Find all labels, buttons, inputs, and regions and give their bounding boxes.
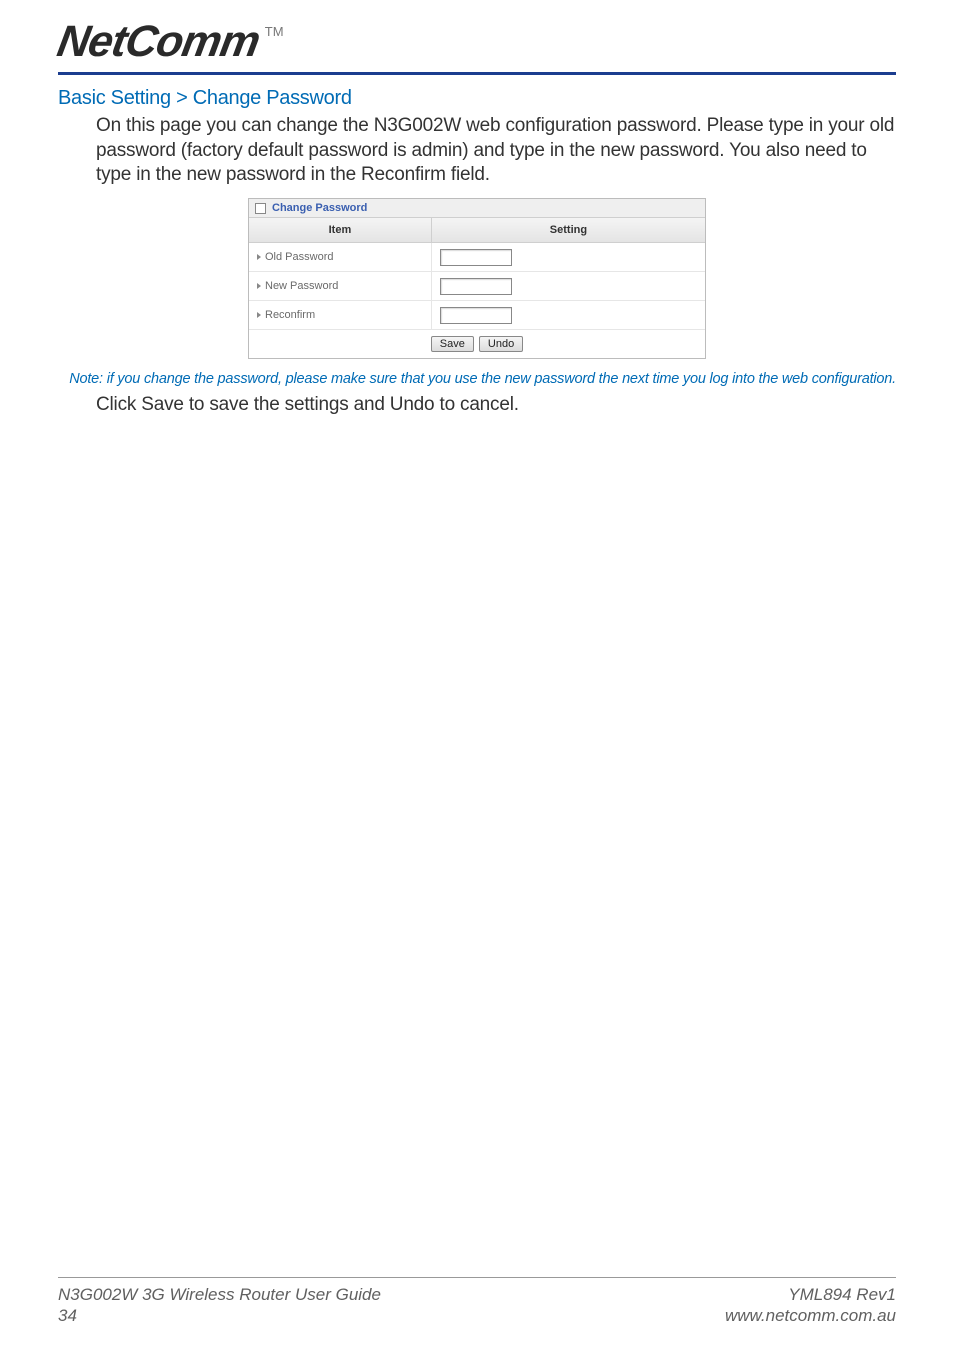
note-text: Note: if you change the password, please… <box>58 371 896 387</box>
trademark-symbol: TM <box>265 24 284 39</box>
header-divider <box>58 72 896 75</box>
logo-text: NetComm <box>54 20 263 64</box>
row-old-password: Old Password <box>249 243 705 272</box>
footer-page-number: 34 <box>58 1305 381 1326</box>
section-heading: Basic Setting > Change Password <box>58 87 896 110</box>
config-screenshot: Change Password Item Setting Old Passwor… <box>58 198 896 359</box>
label-reconfirm: Reconfirm <box>265 309 315 321</box>
brand-logo: NetComm TM <box>58 20 896 64</box>
row-reconfirm: Reconfirm <box>249 301 705 330</box>
panel-header: Change Password <box>249 199 705 218</box>
panel-icon <box>255 203 266 214</box>
footer-guide-title: N3G002W 3G Wireless Router User Guide <box>58 1284 381 1305</box>
column-header-item: Item <box>249 218 431 243</box>
intro-paragraph: On this page you can change the N3G002W … <box>96 114 896 188</box>
undo-button[interactable]: Undo <box>479 336 523 352</box>
column-header-setting: Setting <box>431 218 705 243</box>
footer-revision: YML894 Rev1 <box>725 1284 896 1305</box>
row-new-password: New Password <box>249 272 705 301</box>
footer-url: www.netcomm.com.au <box>725 1305 896 1326</box>
save-button[interactable]: Save <box>431 336 474 352</box>
input-reconfirm[interactable] <box>440 307 512 324</box>
page-footer: N3G002W 3G Wireless Router User Guide 34… <box>58 1277 896 1327</box>
panel-title: Change Password <box>272 202 367 214</box>
label-new-password: New Password <box>265 280 338 292</box>
triangle-icon <box>257 312 261 318</box>
triangle-icon <box>257 254 261 260</box>
triangle-icon <box>257 283 261 289</box>
closing-paragraph: Click Save to save the settings and Undo… <box>96 393 896 418</box>
label-old-password: Old Password <box>265 251 333 263</box>
footer-divider <box>58 1277 896 1278</box>
input-old-password[interactable] <box>440 249 512 266</box>
input-new-password[interactable] <box>440 278 512 295</box>
